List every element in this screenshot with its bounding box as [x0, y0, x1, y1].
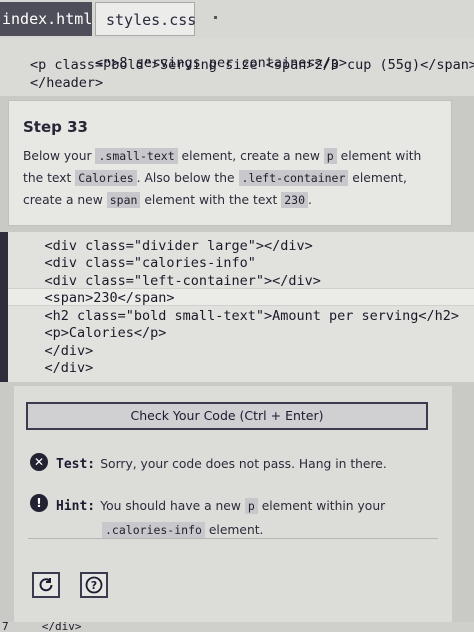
- test-label: Test:: [56, 457, 96, 472]
- hint-text: Hint: You should have a new p element wi…: [56, 494, 406, 541]
- code-line: <span>230</span>: [12, 290, 175, 306]
- code-chip: .small-text: [95, 148, 178, 164]
- code-editor-bottom: 7 </div>: [0, 620, 474, 632]
- desc-text: . Also below the: [136, 171, 239, 185]
- desc-text: element with the text: [140, 193, 282, 207]
- desc-text: .: [308, 193, 312, 207]
- code-line: <div class="divider large"></div>: [12, 238, 313, 254]
- desc-text: element, create a new: [177, 149, 324, 163]
- hint-lightbulb-icon: !: [30, 494, 48, 512]
- cursor-speck: [214, 16, 217, 19]
- code-chip: 230: [281, 192, 308, 208]
- desc-text: Below your: [23, 149, 96, 163]
- tab-styles-css[interactable]: styles.css: [95, 2, 196, 36]
- svg-text:?: ?: [91, 579, 97, 592]
- code-line: <div class="left-container"></div>: [12, 273, 321, 289]
- test-message: Sorry, your code does not pass. Hang in …: [100, 457, 387, 471]
- code-line: </header>: [30, 75, 104, 91]
- help-button[interactable]: ?: [80, 572, 108, 598]
- test-result: Test: Sorry, your code does not pass. Ha…: [56, 453, 387, 472]
- test-panel: Check Your Code (Ctrl + Enter) ✕ Test: S…: [14, 386, 452, 622]
- reset-button[interactable]: [32, 572, 60, 598]
- step-title: Step 33: [23, 118, 88, 136]
- code-line: <div class="calories-info": [12, 255, 256, 271]
- editor-tab-bar: index.html styles.css: [0, 0, 474, 40]
- tab-index-html[interactable]: index.html: [0, 2, 92, 36]
- code-chip: p: [323, 148, 337, 164]
- instructions-panel: Step 33 Below your .small-text element, …: [8, 100, 452, 226]
- code-chip: Calories: [75, 170, 137, 186]
- hint-message: element within your: [257, 499, 386, 513]
- fail-x-icon: ✕: [30, 453, 48, 471]
- hint-label: Hint:: [56, 499, 96, 514]
- code-chip: span: [106, 192, 141, 208]
- code-line: </div>: [12, 360, 94, 376]
- code-line: <p class="bold">Serving size <span>2/3 c…: [30, 57, 474, 73]
- check-code-button[interactable]: Check Your Code (Ctrl + Enter): [26, 402, 428, 430]
- code-line: 7 </div>: [2, 620, 82, 632]
- hint-message: You should have a new: [100, 499, 245, 513]
- step-description: Below your .small-text element, create a…: [23, 145, 435, 211]
- code-chip: p: [244, 498, 258, 514]
- help-icon: ?: [85, 576, 103, 594]
- panel-divider: [28, 538, 438, 539]
- code-chip: .left-container: [238, 170, 349, 186]
- code-line: <h2 class="bold small-text">Amount per s…: [12, 308, 460, 324]
- code-chip: .calories-info: [102, 522, 205, 538]
- editor-gutter: [0, 232, 8, 382]
- code-editor-main[interactable]: <div class="divider large"></div> <div c…: [0, 232, 474, 382]
- code-editor-top[interactable]: <p>8 servings per container</p> <p class…: [0, 38, 474, 96]
- reset-icon: [39, 578, 53, 592]
- code-line: <p>Calories</p>: [12, 325, 167, 341]
- code-line: </div>: [12, 343, 94, 359]
- hint-message: element.: [204, 523, 264, 537]
